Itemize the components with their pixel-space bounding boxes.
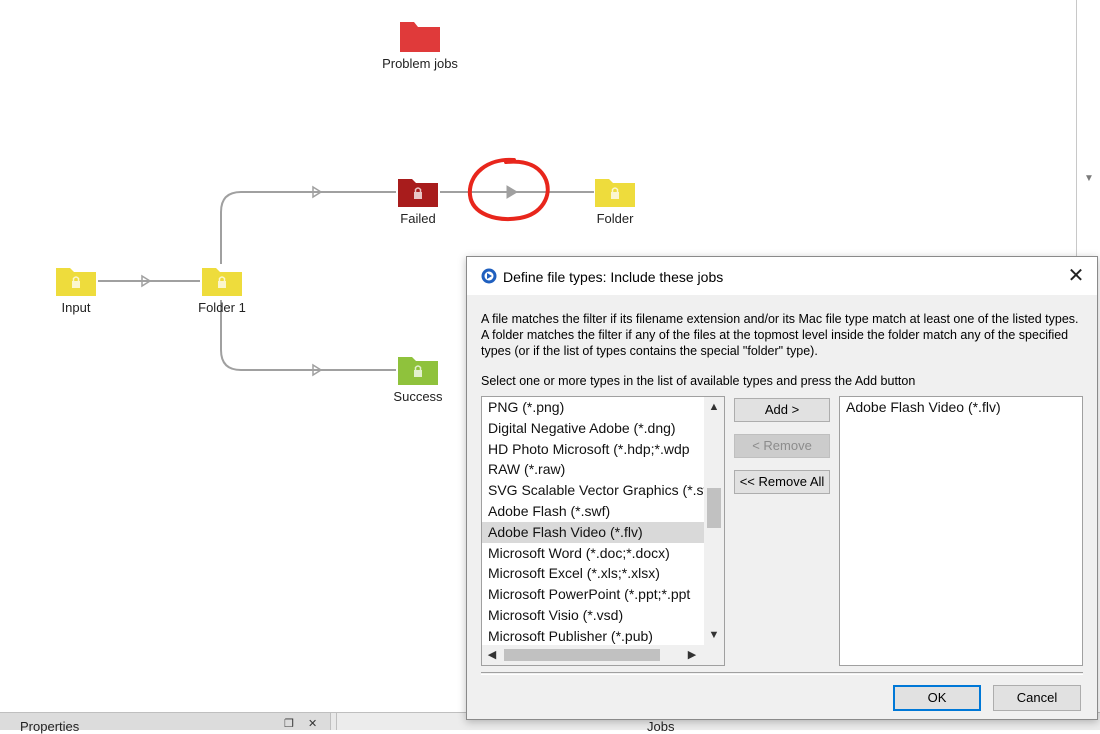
locked-folder-icon (56, 268, 96, 296)
locked-folder-icon (202, 268, 242, 296)
close-icon[interactable]: ✕ (308, 717, 317, 730)
node-folder[interactable]: Folder (555, 177, 675, 226)
locked-folder-icon (398, 179, 438, 207)
locked-folder-icon (398, 357, 438, 385)
node-label: Problem jobs (382, 56, 458, 71)
scroll-up-icon[interactable]: ▲ (704, 397, 724, 417)
selected-type-item[interactable]: Adobe Flash Video (*.flv) (840, 397, 1082, 418)
app-icon (481, 268, 497, 284)
properties-label: Properties (20, 719, 80, 734)
close-icon: ✕ (1067, 265, 1085, 287)
selected-types-list[interactable]: Adobe Flash Video (*.flv) (839, 396, 1083, 666)
node-failed[interactable]: Failed (358, 177, 478, 226)
dialog-titlebar[interactable]: Define file types: Include these jobs ✕ (467, 257, 1097, 295)
available-type-item[interactable]: Microsoft Excel (*.xls;*.xlsx) (482, 563, 704, 584)
available-type-item[interactable]: HD Photo Microsoft (*.hdp;*.wdp (482, 439, 704, 460)
node-folder-1[interactable]: Folder 1 (162, 266, 282, 315)
ok-button[interactable]: OK (893, 685, 981, 711)
properties-panel-tab[interactable]: Properties ❐ ✕ (0, 713, 331, 734)
dialog-separator (481, 672, 1083, 675)
add-button[interactable]: Add > (734, 398, 830, 422)
scroll-left-icon[interactable]: ◀ (482, 645, 502, 665)
restore-icon[interactable]: ❐ (284, 717, 294, 730)
node-input[interactable]: Input (16, 266, 136, 315)
available-type-item[interactable]: Adobe Flash Video (*.flv) (482, 521, 704, 543)
dialog-title: Define file types: Include these jobs (503, 269, 724, 285)
dialog-instruction: Select one or more types in the list of … (481, 374, 916, 388)
available-type-item[interactable]: Adobe Flash (*.swf) (482, 501, 704, 522)
node-label: Folder (596, 211, 634, 226)
available-type-item[interactable]: Microsoft PowerPoint (*.ppt;*.ppt (482, 584, 704, 605)
scroll-thumb[interactable] (707, 487, 721, 528)
remove-button[interactable]: < Remove (734, 434, 830, 458)
node-success[interactable]: Success (358, 355, 478, 404)
cancel-button[interactable]: Cancel (993, 685, 1081, 711)
node-label: Folder 1 (198, 300, 246, 315)
available-type-item[interactable]: Digital Negative Adobe (*.dng) (482, 418, 704, 439)
node-label: Input (61, 300, 91, 315)
locked-folder-icon (595, 179, 635, 207)
selected-types-items: Adobe Flash Video (*.flv) (840, 397, 1082, 418)
scroll-thumb[interactable] (504, 649, 660, 661)
available-type-item[interactable]: Microsoft Publisher (*.pub) (482, 626, 704, 645)
node-problem-jobs[interactable]: Problem jobs (360, 20, 480, 71)
scroll-corner (704, 645, 724, 665)
scroll-down-icon[interactable]: ▼ (704, 625, 724, 645)
node-label: Success (393, 389, 443, 404)
available-type-item[interactable]: RAW (*.raw) (482, 459, 704, 480)
dialog-description: A file matches the filter if its filenam… (481, 312, 1079, 358)
close-button[interactable]: ✕ (1061, 261, 1091, 291)
jobs-label: Jobs (647, 719, 675, 734)
available-type-item[interactable]: PNG (*.png) (482, 397, 704, 418)
connector-arrow (506, 185, 518, 199)
scroll-right-icon[interactable]: ▶ (682, 645, 702, 665)
remove-all-button[interactable]: << Remove All (734, 470, 830, 494)
available-list-hscrollbar[interactable]: ◀ ▶ (482, 645, 704, 665)
available-type-item[interactable]: Microsoft Word (*.doc;*.docx) (482, 543, 704, 564)
available-type-item[interactable]: Microsoft Visio (*.vsd) (482, 605, 704, 626)
available-type-item[interactable]: SVG Scalable Vector Graphics (*.sv (482, 480, 704, 501)
available-types-list[interactable]: PNG (*.png) Digital Negative Adobe (*.dng… (481, 396, 725, 666)
folder-icon (400, 22, 440, 52)
available-types-items: PNG (*.png) Digital Negative Adobe (*.dng… (482, 397, 704, 645)
node-label: Failed (400, 211, 436, 226)
scroll-down-icon[interactable]: ▼ (1077, 170, 1100, 188)
available-list-vscrollbar[interactable]: ▲ ▼ (704, 397, 724, 645)
define-file-types-dialog: Define file types: Include these jobs ✕ … (466, 256, 1098, 720)
